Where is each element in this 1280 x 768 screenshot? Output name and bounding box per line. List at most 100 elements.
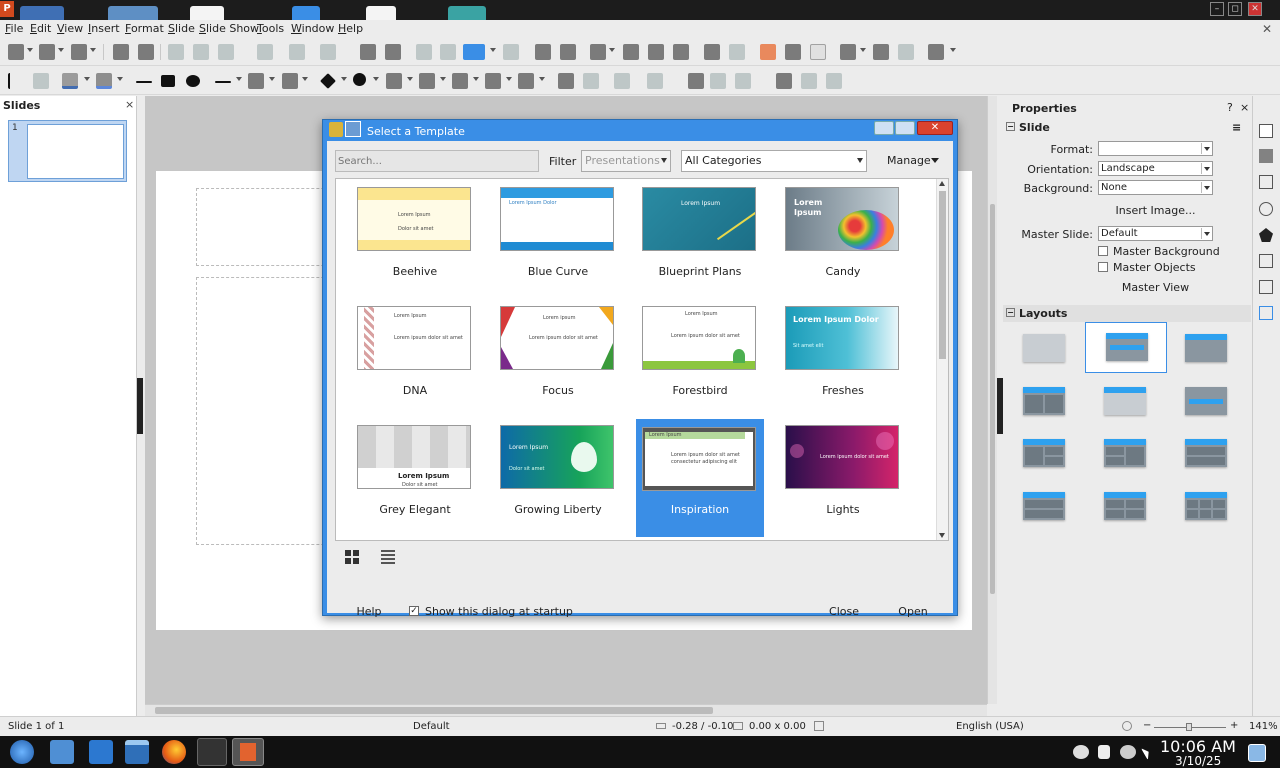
grid-icon[interactable] <box>416 44 432 60</box>
chevron-down-icon[interactable] <box>440 77 446 81</box>
align-icon[interactable] <box>583 73 599 89</box>
chevron-down-icon[interactable] <box>236 77 242 81</box>
comment-icon[interactable] <box>898 44 914 60</box>
master-slide-icon[interactable] <box>503 44 519 60</box>
sidebar-toggle-icon[interactable] <box>928 44 944 60</box>
impress-taskbar-icon[interactable] <box>232 738 264 766</box>
menu-format[interactable]: Format <box>125 22 164 35</box>
start-current-slide-icon[interactable] <box>560 44 576 60</box>
scroll-down-icon[interactable] <box>939 533 945 538</box>
slide-thumbnail-selected[interactable]: 1 <box>8 120 127 182</box>
special-character-icon[interactable] <box>729 44 745 60</box>
layout-title-only[interactable] <box>1100 383 1150 419</box>
master-objects-checkbox[interactable] <box>1098 262 1108 272</box>
menu-help[interactable]: Help <box>338 22 363 35</box>
layout-title-content-2-content[interactable] <box>1100 435 1150 471</box>
chevron-down-icon[interactable] <box>302 77 308 81</box>
dialog-maximize-button[interactable] <box>895 121 915 135</box>
chevron-down-icon[interactable] <box>269 77 275 81</box>
template-blue-curve[interactable]: Lorem Ipsum Dolor Blue Curve <box>494 183 622 299</box>
line-drawing-icon[interactable] <box>810 44 826 60</box>
slides-panel-collapse-handle[interactable] <box>137 378 143 434</box>
menu-tools[interactable]: Tools <box>257 22 284 35</box>
manage-button[interactable]: Manage <box>877 150 947 172</box>
format-select[interactable] <box>1098 141 1213 156</box>
file-manager-icon[interactable] <box>125 740 149 764</box>
terminal-icon[interactable] <box>197 738 227 766</box>
chevron-down-icon[interactable] <box>609 48 615 52</box>
chevron-down-icon[interactable] <box>473 77 479 81</box>
fit-slide-icon[interactable] <box>1122 721 1132 731</box>
start-first-slide-icon[interactable] <box>535 44 551 60</box>
image-icon[interactable] <box>623 44 639 60</box>
chevron-down-icon[interactable] <box>90 48 96 52</box>
layout-blank[interactable] <box>1019 330 1069 366</box>
shapes-tab-icon[interactable] <box>1259 228 1273 242</box>
animation-tab-icon[interactable] <box>1259 280 1273 294</box>
layout-title-slide[interactable] <box>1181 330 1231 366</box>
slide-section-header[interactable]: − Slide ≡ <box>1003 119 1251 136</box>
document-modified-icon[interactable] <box>814 721 824 731</box>
slide-thumbnail[interactable] <box>27 124 124 179</box>
firefox-icon[interactable] <box>162 740 186 764</box>
chevron-down-icon[interactable] <box>950 48 956 52</box>
menu-file[interactable]: File <box>5 22 23 35</box>
properties-close-icon[interactable]: × <box>1240 101 1249 114</box>
save-icon[interactable] <box>71 44 87 60</box>
line-color-icon[interactable] <box>62 73 78 89</box>
show-at-startup-checkbox[interactable]: ✓ <box>409 606 419 616</box>
chevron-down-icon[interactable] <box>84 77 90 81</box>
collapse-icon[interactable]: − <box>1006 122 1015 131</box>
filter-app-select[interactable]: Presentations <box>581 150 671 172</box>
curves-icon[interactable] <box>248 73 264 89</box>
basic-shapes-icon[interactable] <box>320 73 336 89</box>
chevron-down-icon[interactable] <box>373 77 379 81</box>
open-icon[interactable] <box>39 44 55 60</box>
undo-icon[interactable] <box>289 44 305 60</box>
rectangle-icon[interactable] <box>161 75 175 87</box>
find-replace-icon[interactable] <box>360 44 376 60</box>
table-icon[interactable] <box>590 44 606 60</box>
maximize-button[interactable]: ◻ <box>1228 2 1242 16</box>
template-search-input[interactable] <box>335 150 539 172</box>
chevron-down-icon[interactable] <box>506 77 512 81</box>
shadow-icon[interactable] <box>688 73 704 89</box>
clock-date[interactable]: 3/10/25 <box>1175 754 1221 768</box>
collapse-icon[interactable]: − <box>1006 308 1015 317</box>
chevron-down-icon[interactable] <box>117 77 123 81</box>
chevron-down-icon[interactable] <box>341 77 347 81</box>
navigator-tab-icon[interactable] <box>1259 202 1273 216</box>
textbox-icon[interactable] <box>704 44 720 60</box>
dialog-minimize-button[interactable] <box>874 121 894 135</box>
list-view-icon[interactable] <box>381 550 395 564</box>
lines-arrows-icon[interactable] <box>215 81 231 83</box>
redo-icon[interactable] <box>320 44 336 60</box>
fill-color-icon[interactable] <box>96 73 112 89</box>
desktop-icon[interactable] <box>50 740 74 764</box>
template-growing-liberty[interactable]: Lorem Ipsum Dolor sit amet Growing Liber… <box>494 421 622 537</box>
menu-view[interactable]: View <box>57 22 83 35</box>
styles-tab-icon[interactable] <box>1259 149 1273 163</box>
select-arrow-icon[interactable] <box>8 73 24 89</box>
transformations-icon[interactable] <box>558 73 574 89</box>
menu-slide-show[interactable]: Slide Show <box>199 22 259 35</box>
connectors-icon[interactable] <box>282 73 298 89</box>
start-button[interactable] <box>10 740 34 764</box>
cut-icon[interactable] <box>168 44 184 60</box>
minimize-button[interactable]: – <box>1210 2 1224 16</box>
template-blueprint-plans[interactable]: Lorem Ipsum Blueprint Plans <box>636 183 764 299</box>
template-focus[interactable]: Lorem ipsum Lorem ipsum dolor sit amet F… <box>494 302 622 418</box>
template-candy[interactable]: Lorem Ipsum Candy <box>779 183 907 299</box>
orientation-select[interactable]: Landscape <box>1098 161 1213 176</box>
chart-icon[interactable] <box>673 44 689 60</box>
template-grid-scrollbar[interactable] <box>936 179 948 540</box>
layout-title-two-content[interactable] <box>1019 383 1069 419</box>
ellipse-icon[interactable] <box>186 75 200 87</box>
properties-tab-icon[interactable] <box>1259 124 1273 138</box>
tray-network-icon[interactable] <box>1120 745 1136 759</box>
spelling-icon[interactable] <box>385 44 401 60</box>
zoom-level-status[interactable]: 141% <box>1249 721 1278 732</box>
background-select[interactable]: None <box>1098 180 1213 195</box>
close-button[interactable]: Close <box>813 600 875 624</box>
crop-icon[interactable] <box>710 73 726 89</box>
